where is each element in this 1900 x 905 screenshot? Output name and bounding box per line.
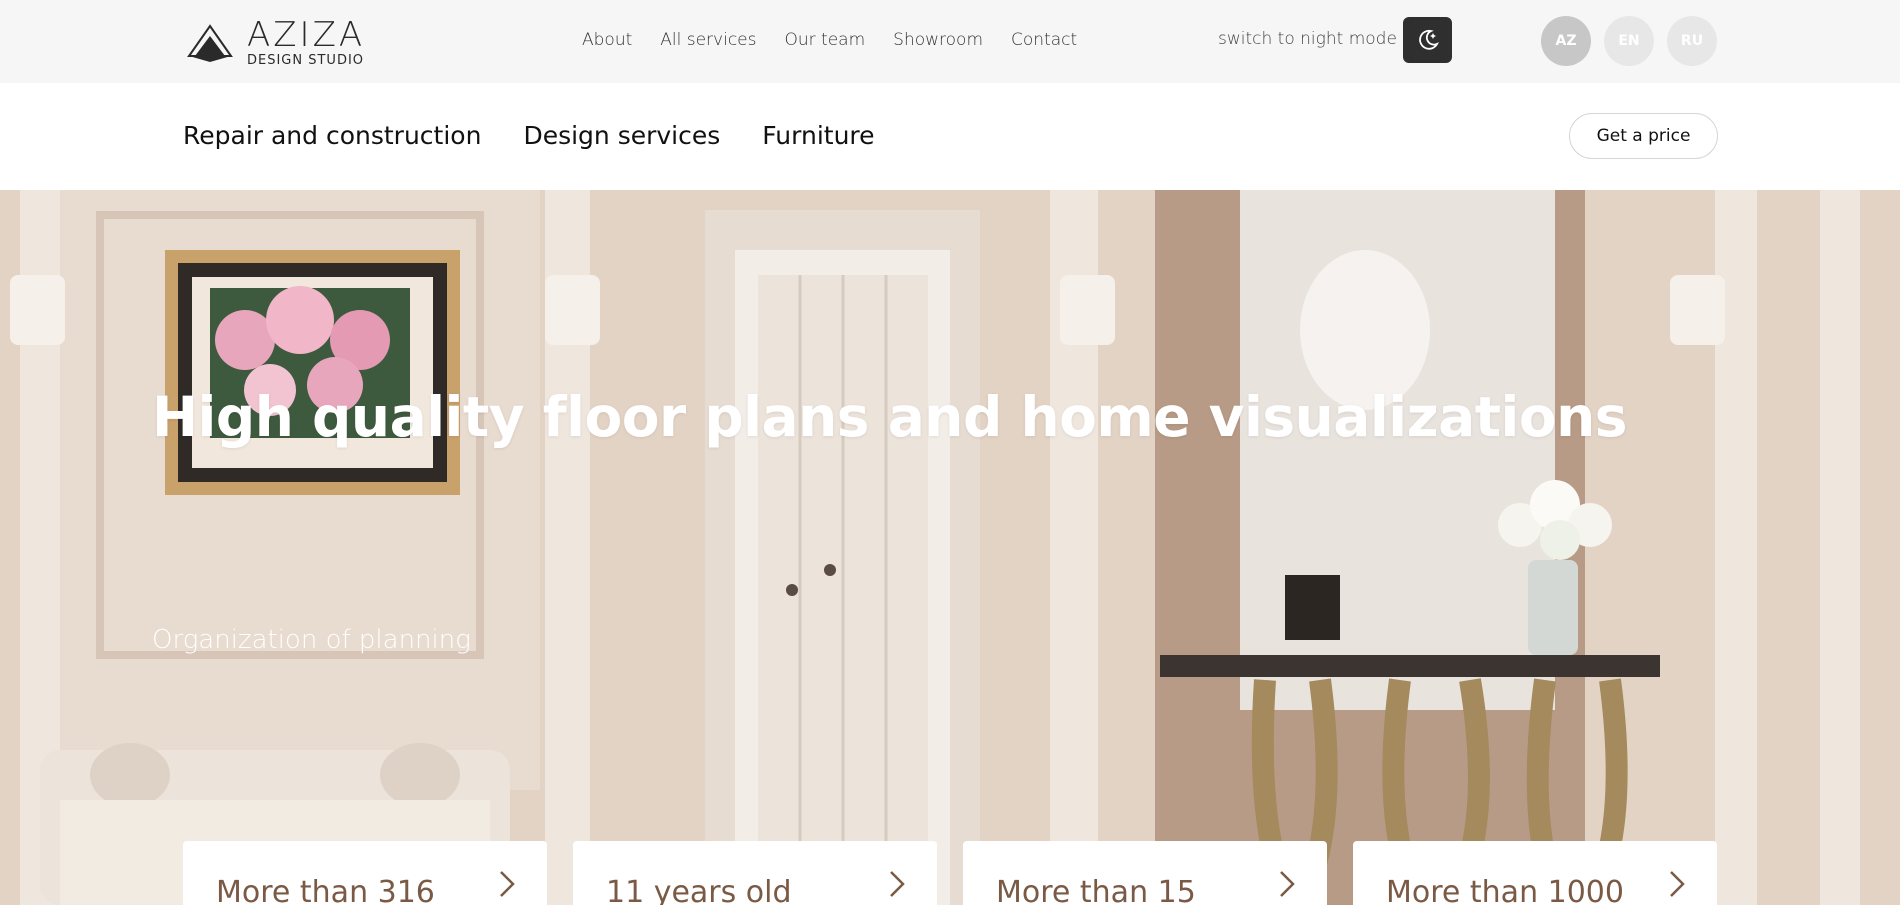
nav-about[interactable]: About — [582, 30, 632, 50]
nav-all-services[interactable]: All services — [660, 30, 756, 50]
stat-card-text: 11 years old — [606, 875, 792, 905]
night-mode-label: switch to night mode — [1218, 29, 1397, 49]
category-design-services[interactable]: Design services — [523, 121, 720, 150]
category-repair-construction[interactable]: Repair and construction — [183, 121, 481, 150]
night-mode-button[interactable] — [1403, 17, 1452, 63]
stat-card[interactable]: More than 316 — [183, 841, 547, 905]
stat-card-text: More than 15 — [996, 875, 1196, 905]
top-nav: About All services Our team Showroom Con… — [582, 30, 1077, 50]
category-furniture[interactable]: Furniture — [762, 121, 874, 150]
logo-mark-icon — [187, 24, 233, 62]
chevron-right-icon — [500, 871, 515, 897]
chevron-right-icon — [890, 871, 905, 897]
logo-name: AZIZA — [247, 14, 366, 55]
moon-icon — [1418, 29, 1439, 50]
nav-showroom[interactable]: Showroom — [893, 30, 983, 50]
lang-en-button[interactable]: EN — [1604, 16, 1654, 66]
hero-interior-image — [0, 190, 1900, 905]
nav-our-team[interactable]: Our team — [785, 30, 866, 50]
category-bar: Repair and construction Design services … — [0, 83, 1900, 190]
chevron-right-icon — [1280, 871, 1295, 897]
lang-az-button[interactable]: AZ — [1541, 16, 1591, 66]
nav-contact[interactable]: Contact — [1011, 30, 1077, 50]
logo[interactable]: AZIZA DESIGN STUDIO — [185, 17, 385, 67]
hero-subtitle: Organization of planning — [152, 625, 471, 655]
top-bar: AZIZA DESIGN STUDIO About All services O… — [0, 0, 1900, 83]
get-price-button[interactable]: Get a price — [1569, 113, 1718, 159]
lang-ru-button[interactable]: RU — [1667, 16, 1717, 66]
stat-card[interactable]: More than 15 — [963, 841, 1327, 905]
chevron-right-icon — [1670, 871, 1685, 897]
stat-card[interactable]: More than 1000 — [1353, 841, 1717, 905]
hero-title: High quality floor plans and home visual… — [152, 385, 1628, 449]
category-nav: Repair and construction Design services … — [183, 121, 875, 150]
stat-card-text: More than 316 — [216, 875, 435, 905]
hero-banner: High quality floor plans and home visual… — [0, 190, 1900, 905]
stat-card-text: More than 1000 — [1386, 875, 1624, 905]
logo-subtitle: DESIGN STUDIO — [247, 52, 365, 68]
stat-card[interactable]: 11 years old — [573, 841, 937, 905]
